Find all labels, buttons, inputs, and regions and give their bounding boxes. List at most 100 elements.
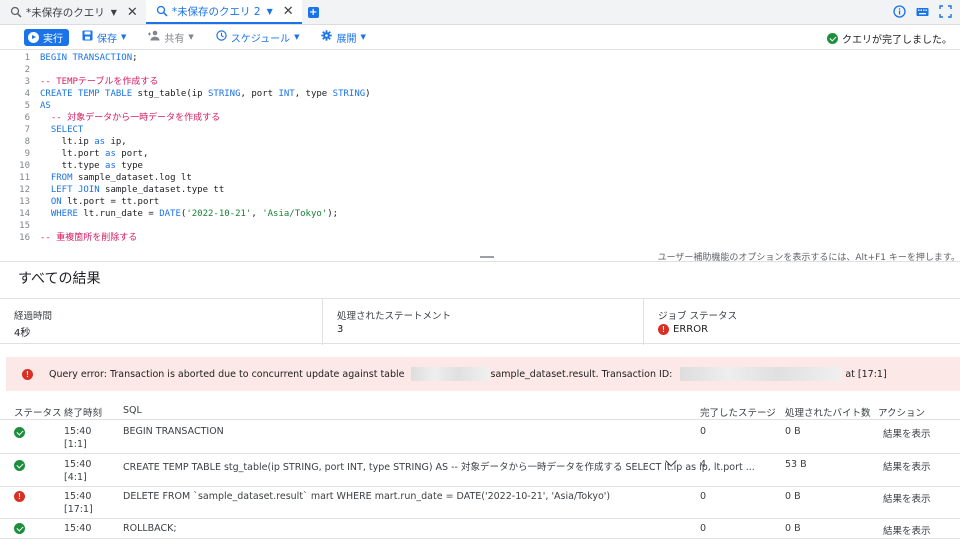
code-line[interactable]: 16 -- 重複箇所を削除する bbox=[0, 232, 960, 244]
code-text: tt.type as type bbox=[40, 161, 143, 171]
code-line[interactable]: 3 -- TEMPテーブルを作成する bbox=[0, 76, 960, 88]
code-line[interactable]: 10 tt.type as type bbox=[0, 160, 960, 172]
tab-label: *未保存のクエリ bbox=[26, 6, 105, 19]
results-summary: 経過時間 4秒 処理されたステートメント 3 ジョブ ステータス ! ERROR bbox=[0, 298, 960, 345]
close-icon[interactable]: ✕ bbox=[283, 4, 294, 19]
chevron-down-icon[interactable]: ▼ bbox=[267, 7, 273, 16]
code-line[interactable]: 4 CREATE TEMP TABLE stg_table(ip STRING, … bbox=[0, 88, 960, 100]
status-cell bbox=[14, 523, 25, 537]
summary-value: ! ERROR bbox=[658, 324, 708, 335]
column-header: ステータス bbox=[14, 408, 62, 419]
code-line[interactable]: 8 lt.ip as ip, bbox=[0, 136, 960, 148]
end-time: 15:40 bbox=[64, 426, 92, 437]
share-label: 共有 bbox=[164, 33, 185, 45]
line-number: 11 bbox=[19, 173, 30, 183]
code-line[interactable]: 1 BEGIN TRANSACTION; bbox=[0, 52, 960, 64]
bytes-processed: 0 B bbox=[785, 491, 801, 502]
save-icon bbox=[82, 30, 93, 44]
tab-unsaved-query-2[interactable]: *未保存のクエリ 2 ▼ ✕ bbox=[145, 0, 302, 24]
accessibility-hint: ユーザー補助機能のオプションを表示するには、Alt+F1 キーを押します。 bbox=[657, 253, 960, 263]
column-header: SQL bbox=[123, 405, 142, 416]
column-header: 処理されたバイト数 bbox=[785, 408, 871, 419]
top-right-controls bbox=[893, 5, 952, 18]
sql-text: CREATE TEMP TABLE stg_table(ip STRING, p… bbox=[123, 462, 755, 473]
tab-bar: *未保存のクエリ ▼ ✕ *未保存のクエリ 2 ▼ ✕ + bbox=[0, 0, 960, 25]
end-time: 15:40 bbox=[64, 459, 92, 470]
share-button[interactable]: 共有 ▼ bbox=[139, 30, 202, 45]
code-text: WHERE lt.run_date = DATE('2022-10-21', '… bbox=[50, 209, 339, 219]
bytes-processed: 0 B bbox=[785, 523, 801, 534]
chevron-down-icon: ▼ bbox=[360, 33, 366, 41]
line-number: 5 bbox=[24, 101, 30, 111]
run-button[interactable]: 実行 bbox=[24, 28, 69, 46]
deploy-button[interactable]: 展開 ▼ bbox=[312, 30, 374, 45]
column-header: 完了したステージ bbox=[700, 408, 776, 419]
redacted-block bbox=[680, 367, 843, 381]
elapsed-value: 4秒 bbox=[14, 328, 31, 339]
schedule-button[interactable]: スケジュール ▼ bbox=[207, 30, 309, 45]
code-line[interactable]: 11 FROM sample_dataset.log lt bbox=[0, 172, 960, 184]
stages-completed: 0 bbox=[700, 491, 707, 502]
check-circle-icon bbox=[14, 460, 25, 471]
stages-completed: 0 bbox=[700, 426, 707, 437]
check-circle-icon bbox=[14, 523, 25, 534]
line-number: 7 bbox=[24, 125, 30, 135]
chevron-down-icon: ▼ bbox=[121, 33, 127, 41]
table-header: ステータス 終了時刻 SQL 完了したステージ 処理されたバイト数 アクション bbox=[0, 400, 960, 420]
line-number: 1 bbox=[24, 53, 30, 63]
code-line[interactable]: 13 ON lt.port = tt.port bbox=[0, 196, 960, 208]
code-line[interactable]: 9 lt.port as port, bbox=[0, 148, 960, 160]
code-line[interactable]: 2 bbox=[0, 64, 960, 76]
code-line[interactable]: 12 LEFT JOIN sample_dataset.type tt bbox=[0, 184, 960, 196]
stages-completed: 4 bbox=[700, 459, 707, 470]
table-row: 15:40 [1:1] BEGIN TRANSACTION 0 0 B 結果を表… bbox=[0, 421, 960, 454]
stages-completed: 0 bbox=[700, 523, 707, 534]
sql-text: ROLLBACK; bbox=[123, 523, 177, 534]
error-icon: ! bbox=[658, 324, 669, 335]
fullscreen-icon[interactable] bbox=[939, 5, 952, 18]
code-line[interactable]: 5 AS bbox=[0, 100, 960, 112]
plus-icon: + bbox=[307, 6, 319, 18]
view-results-link[interactable]: 結果を表示 bbox=[883, 491, 931, 505]
code-line[interactable]: 14 WHERE lt.run_date = DATE('2022-10-21'… bbox=[0, 208, 960, 220]
column-header: 終了時刻 bbox=[64, 408, 103, 419]
play-icon bbox=[28, 31, 39, 43]
code-line[interactable]: 7 SELECT bbox=[0, 124, 960, 136]
run-label: 実行 bbox=[43, 33, 63, 45]
code-text: lt.port as port, bbox=[40, 149, 149, 159]
summary-statements: 処理されたステートメント 3 bbox=[322, 299, 643, 345]
drag-handle-icon[interactable] bbox=[480, 256, 494, 258]
save-button[interactable]: 保存 ▼ bbox=[73, 30, 135, 45]
code-line[interactable]: 6 -- 対象データから一時データを作成する bbox=[0, 112, 960, 124]
code-text: SELECT bbox=[50, 125, 84, 135]
end-time: 15:40 bbox=[64, 523, 92, 534]
code-text: FROM sample_dataset.log lt bbox=[50, 173, 192, 183]
error-text-part2: sample_dataset.result. Transaction ID: bbox=[490, 368, 673, 380]
line-number: 2 bbox=[24, 65, 30, 75]
code-line[interactable]: 15 bbox=[0, 220, 960, 232]
status-cell: ! bbox=[14, 491, 25, 502]
view-results-link[interactable]: 結果を表示 bbox=[883, 523, 931, 537]
close-icon[interactable]: ✕ bbox=[127, 5, 138, 20]
line-number: 16 bbox=[19, 233, 30, 243]
sql-editor[interactable]: 1 BEGIN TRANSACTION; 2 3 -- TEMPテーブルを作成する 4 CR… bbox=[0, 50, 960, 244]
new-tab-button[interactable]: + bbox=[307, 0, 319, 24]
query-search-icon bbox=[10, 6, 22, 18]
tab-unsaved-query-1[interactable]: *未保存のクエリ ▼ ✕ bbox=[0, 0, 146, 24]
statement-position: [17:1] bbox=[64, 504, 93, 515]
bytes-processed: 53 B bbox=[785, 459, 807, 470]
code-text: BEGIN TRANSACTION; bbox=[40, 53, 138, 63]
line-number: 14 bbox=[19, 209, 30, 219]
code-text: lt.ip as ip, bbox=[40, 137, 127, 147]
view-results-link[interactable]: 結果を表示 bbox=[883, 459, 931, 473]
keyboard-icon[interactable] bbox=[916, 5, 929, 18]
view-results-link[interactable]: 結果を表示 bbox=[883, 426, 931, 440]
error-banner: ! Query error: Transaction is aborted du… bbox=[6, 357, 960, 391]
info-icon[interactable] bbox=[893, 5, 906, 18]
results-title: すべての結果 bbox=[18, 271, 101, 287]
editor-results-splitter[interactable]: ユーザー補助機能のオプションを表示するには、Alt+F1 キーを押します。 bbox=[0, 244, 960, 263]
tab-label: *未保存のクエリ 2 bbox=[171, 5, 261, 18]
check-circle-icon bbox=[827, 33, 838, 44]
chevron-down-icon[interactable]: ▼ bbox=[111, 8, 117, 17]
code-text: -- 対象データから一時データを作成する bbox=[50, 113, 221, 123]
